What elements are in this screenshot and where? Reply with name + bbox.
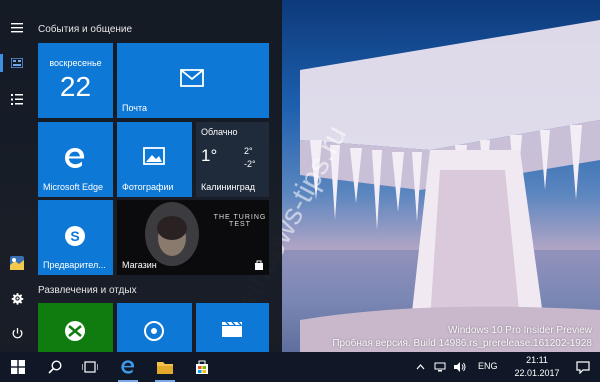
power-icon bbox=[12, 327, 22, 338]
os-edition-text: Windows 10 Pro Insider Preview bbox=[448, 325, 592, 336]
edge-browser-icon bbox=[121, 360, 135, 374]
search-icon bbox=[48, 360, 62, 374]
skype-icon: S bbox=[65, 226, 85, 246]
start-menu-rail bbox=[0, 0, 34, 352]
skype-tile-label: Предварител... bbox=[43, 260, 106, 270]
photos-tile-label: Фотографии bbox=[122, 182, 174, 192]
mail-tile[interactable]: Почта bbox=[117, 43, 269, 118]
groove-music-icon bbox=[144, 321, 164, 341]
mail-tile-label: Почта bbox=[122, 103, 147, 113]
skype-tile[interactable]: S Предварител... bbox=[38, 200, 113, 275]
hamburger-menu-button[interactable] bbox=[0, 13, 34, 43]
power-button[interactable] bbox=[0, 318, 34, 348]
store-promo-title: THE TURING TEST bbox=[213, 214, 267, 228]
edge-tile-label: Microsoft Edge bbox=[43, 182, 104, 192]
input-language-indicator[interactable]: ENG bbox=[478, 361, 498, 371]
photos-tile[interactable]: Фотографии bbox=[117, 122, 192, 197]
taskbar-edge-button[interactable] bbox=[110, 352, 146, 382]
search-button[interactable] bbox=[37, 352, 73, 382]
taskbar: ENG 21:11 22.01.2017 bbox=[0, 352, 600, 382]
xbox-icon bbox=[65, 321, 85, 341]
file-explorer-folder-icon bbox=[157, 362, 173, 374]
tiles-view-icon bbox=[11, 58, 23, 68]
calendar-day-number: 22 bbox=[59, 71, 92, 102]
volume-button[interactable] bbox=[450, 352, 470, 382]
store-bag-icon bbox=[196, 360, 208, 374]
weather-city: Калининград bbox=[201, 182, 256, 192]
tiles-view-button[interactable] bbox=[0, 48, 34, 78]
photos-image-icon bbox=[143, 147, 165, 165]
speaker-volume-icon bbox=[454, 362, 466, 372]
movies-tv-tile[interactable] bbox=[196, 303, 269, 352]
clock-date[interactable]: 22.01.2017 bbox=[512, 368, 562, 378]
weather-condition: Облачно bbox=[201, 127, 238, 137]
all-apps-list-icon bbox=[11, 93, 23, 105]
calendar-day-name: воскресенье bbox=[49, 58, 102, 68]
store-tile-label: Магазин bbox=[122, 260, 157, 270]
task-view-button[interactable] bbox=[72, 352, 108, 382]
chevron-up-icon bbox=[416, 364, 424, 370]
weather-low: -2° bbox=[244, 159, 256, 169]
network-button[interactable] bbox=[430, 352, 450, 382]
user-account-button[interactable] bbox=[0, 248, 34, 278]
settings-button[interactable] bbox=[0, 283, 34, 313]
start-menu: События и общение Развлечения и отдых во… bbox=[0, 0, 282, 352]
all-apps-button[interactable] bbox=[0, 84, 34, 114]
hamburger-menu-icon bbox=[11, 23, 23, 33]
network-icon bbox=[434, 362, 446, 372]
xbox-tile[interactable] bbox=[38, 303, 113, 352]
edge-tile[interactable]: Microsoft Edge bbox=[38, 122, 113, 197]
edge-browser-icon bbox=[65, 148, 85, 168]
store-tile[interactable]: THE TURING TEST Магазин bbox=[117, 200, 269, 275]
clock-time[interactable]: 21:11 bbox=[512, 355, 562, 365]
start-button[interactable] bbox=[0, 352, 36, 382]
weather-high: 2° bbox=[244, 146, 253, 156]
weather-tile[interactable]: Облачно 1° 2° -2° Калининград bbox=[196, 122, 269, 197]
taskbar-explorer-button[interactable] bbox=[147, 352, 183, 382]
group-title-events: События и общение bbox=[38, 24, 133, 35]
task-view-icon bbox=[82, 361, 98, 373]
taskbar-store-button[interactable] bbox=[184, 352, 220, 382]
calendar-tile[interactable]: воскресенье 22 bbox=[38, 43, 113, 118]
action-center-button[interactable] bbox=[566, 352, 600, 382]
user-avatar-icon bbox=[10, 256, 24, 270]
os-build-text: Пробная версия. Build 14986.rs_prereleas… bbox=[332, 338, 592, 349]
store-bag-icon bbox=[255, 260, 263, 270]
mail-envelope-icon bbox=[180, 69, 204, 87]
notifications-icon bbox=[576, 360, 590, 374]
windows-logo-icon bbox=[11, 360, 25, 374]
show-hidden-icons-button[interactable] bbox=[410, 352, 430, 382]
settings-gear-icon bbox=[11, 292, 23, 305]
weather-temperature: 1° bbox=[201, 146, 218, 165]
group-title-entertainment: Развлечения и отдых bbox=[38, 285, 137, 296]
groove-music-tile[interactable] bbox=[117, 303, 192, 352]
movies-clapper-icon bbox=[222, 321, 242, 337]
svg-text:S: S bbox=[70, 228, 79, 244]
